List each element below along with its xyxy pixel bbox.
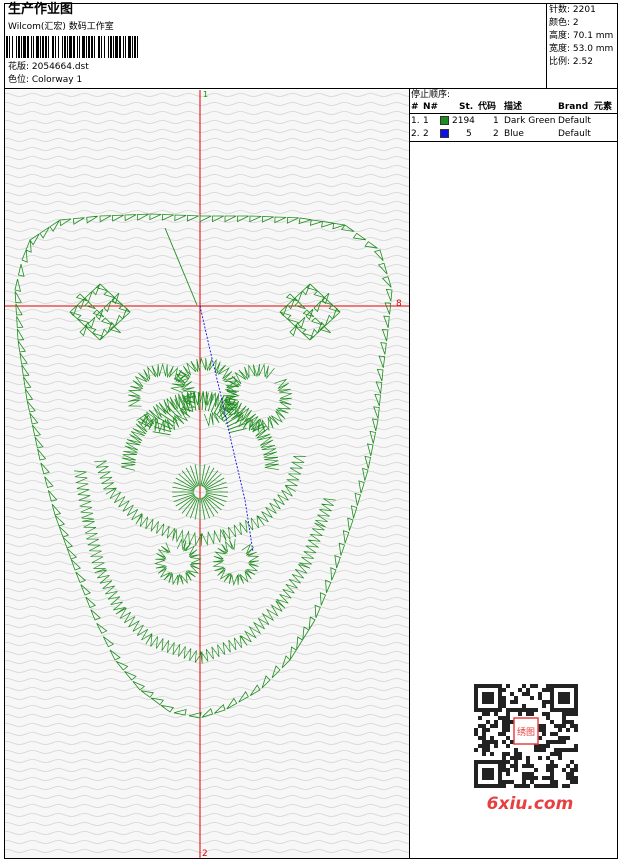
header-underline: [410, 113, 617, 114]
row-index: 1.: [411, 116, 420, 126]
col-index: #: [411, 102, 419, 112]
col-description: 描述: [504, 102, 523, 112]
row-needle: 2: [423, 129, 429, 139]
col-needle: N#: [423, 102, 439, 112]
col-brand: Brand: [558, 102, 589, 112]
stop-sequence-title: 停止顺序:: [411, 90, 451, 100]
stitch-count: 针数: 2201: [549, 5, 596, 15]
col-stitches: St.: [459, 102, 474, 112]
color-count: 颜色: 2: [549, 18, 579, 28]
company-name: Wilcom(汇宏) 数码工作室: [8, 22, 114, 32]
embroidery-canvas[interactable]: 1 2 8: [5, 90, 409, 858]
barcode: [6, 36, 138, 58]
col-element: 元素: [594, 102, 613, 112]
stats-divider: [546, 3, 547, 89]
color-swatch-dark-green: [440, 116, 449, 125]
axis-marker-top: 1: [203, 90, 208, 99]
design-width: 宽度: 53.0 mm: [549, 44, 614, 54]
table-bottom-line: [409, 141, 618, 142]
color-swatch-blue: [440, 129, 449, 138]
production-sheet: 生产作业图 Wilcom(汇宏) 数码工作室 花版: 2054664.dst 色…: [0, 0, 620, 861]
design-height: 高度: 70.1 mm: [549, 31, 614, 41]
design-scale: 比例: 2.52: [549, 57, 593, 67]
row-code: 1: [493, 116, 499, 126]
col-code: 代码: [478, 102, 497, 112]
row-code: 2: [493, 129, 499, 139]
watermark-overlay: 绣图 6xiu.com: [468, 680, 586, 814]
row-stitches: 2194: [452, 116, 475, 126]
row-stitches: 5: [466, 129, 472, 139]
row-description: Blue: [504, 129, 524, 139]
colorway: 色位: Colorway 1: [8, 75, 83, 85]
row-index: 2.: [411, 129, 420, 139]
axis-marker-right: 8: [396, 299, 402, 309]
row-brand: Default: [558, 129, 591, 139]
design-file: 花版: 2054664.dst: [8, 62, 89, 72]
row-description: Dark Green: [504, 116, 556, 126]
axis-marker-bottom: 2: [202, 849, 208, 858]
watermark-text: 6xiu.com: [487, 794, 574, 814]
row-brand: Default: [558, 116, 591, 126]
seal-text: 绣图: [517, 726, 535, 738]
row-needle: 1: [423, 116, 429, 126]
panel-divider: [409, 89, 410, 859]
page-title: 生产作业图: [8, 2, 74, 17]
